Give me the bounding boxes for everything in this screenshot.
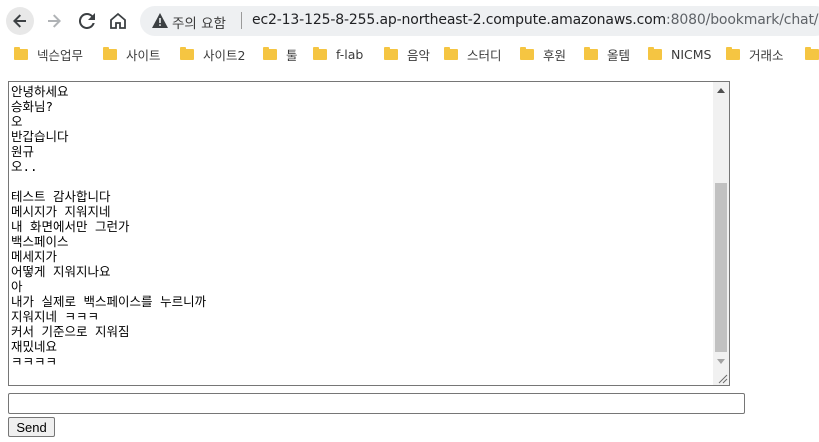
home-icon [110, 12, 126, 29]
bookmark-folder[interactable]: 사이트2 [180, 45, 245, 63]
bookmark-folder[interactable]: 넥슨업무 [14, 45, 83, 63]
chat-log[interactable]: 안녕하세요 승화님? 오 반갑습니다 원규 오.. 테스트 감사합니다 메시지가… [8, 81, 730, 386]
folder-icon [103, 46, 117, 60]
bookmark-label: 음악 [407, 47, 431, 63]
bookmark-folder[interactable]: NICMS [648, 45, 712, 63]
forward-button[interactable] [40, 7, 68, 35]
bookmark-label: 툴 [286, 47, 298, 63]
scrollbar-thumb[interactable] [715, 183, 727, 352]
bookmark-label: 사이트 [126, 47, 161, 63]
folder-icon [180, 46, 194, 60]
bookmark-label: NICMS [671, 46, 712, 62]
folder-icon [520, 46, 534, 60]
url-host: ec2-13-125-8-255.ap-northeast-2.compute.… [252, 12, 667, 28]
folder-icon [313, 46, 327, 60]
address-bar[interactable]: 주의 요함 ec2-13-125-8-255.ap-northeast-2.co… [140, 6, 819, 36]
warning-icon[interactable] [152, 13, 168, 32]
triangle-down-icon [717, 358, 725, 364]
folder-icon [584, 46, 598, 60]
back-button[interactable] [6, 7, 34, 35]
security-status[interactable]: 주의 요함 [172, 12, 226, 32]
folder-icon [444, 46, 458, 60]
omnibox-separator [241, 12, 242, 29]
bookmark-folder[interactable]: f-lab [313, 45, 363, 63]
bookmark-label: 거래소 [749, 47, 784, 63]
arrow-left-icon [13, 14, 26, 28]
url-text[interactable]: ec2-13-125-8-255.ap-northeast-2.compute.… [252, 12, 819, 28]
folder-icon [263, 46, 277, 60]
bookmarks-bar: 넥슨업무 사이트 사이트2 툴 f-lab 음악 스터디 후원 올템 NICMS… [0, 40, 819, 67]
reload-button[interactable] [73, 7, 101, 35]
bookmark-label: f-lab [336, 46, 364, 62]
message-input[interactable] [8, 393, 745, 414]
bookmark-label: 스터디 [467, 47, 502, 63]
bookmark-label: 넥슨업무 [37, 47, 84, 63]
bookmark-folder[interactable]: 후원 [520, 45, 566, 63]
bookmark-folder[interactable]: 스터디 [444, 45, 502, 63]
url-path: :8080/bookmark/chat/1/ [666, 12, 819, 28]
scrollbar[interactable] [713, 82, 729, 369]
folder-icon [648, 46, 662, 60]
resize-grip-icon [718, 374, 728, 384]
bookmark-folder[interactable]: 거래소 [726, 45, 784, 63]
bookmark-folder[interactable] [805, 45, 819, 63]
bookmark-label: 올템 [607, 47, 631, 63]
send-button[interactable]: Send [8, 417, 55, 437]
bookmark-folder[interactable]: 툴 [263, 45, 298, 63]
browser-toolbar: 주의 요함 ec2-13-125-8-255.ap-northeast-2.co… [0, 0, 819, 40]
folder-icon [805, 46, 819, 60]
home-button[interactable] [104, 7, 132, 35]
folder-icon [14, 46, 28, 60]
bookmark-folder[interactable]: 사이트 [103, 45, 161, 63]
arrow-right-icon [48, 14, 61, 28]
folder-icon [726, 46, 740, 60]
bookmark-label: 후원 [543, 47, 567, 63]
scroll-up-button[interactable] [713, 82, 729, 98]
reload-icon [79, 13, 95, 29]
bookmark-folder[interactable]: 올템 [584, 45, 630, 63]
bookmark-label: 사이트2 [203, 47, 246, 63]
folder-icon [384, 46, 398, 60]
bookmark-folder[interactable]: 음악 [384, 45, 430, 63]
triangle-up-icon [717, 87, 725, 93]
scroll-down-button[interactable] [713, 353, 729, 369]
resize-handle[interactable] [713, 369, 729, 385]
chat-log-text: 안녕하세요 승화님? 오 반갑습니다 원규 오.. 테스트 감사합니다 메시지가… [11, 84, 207, 369]
